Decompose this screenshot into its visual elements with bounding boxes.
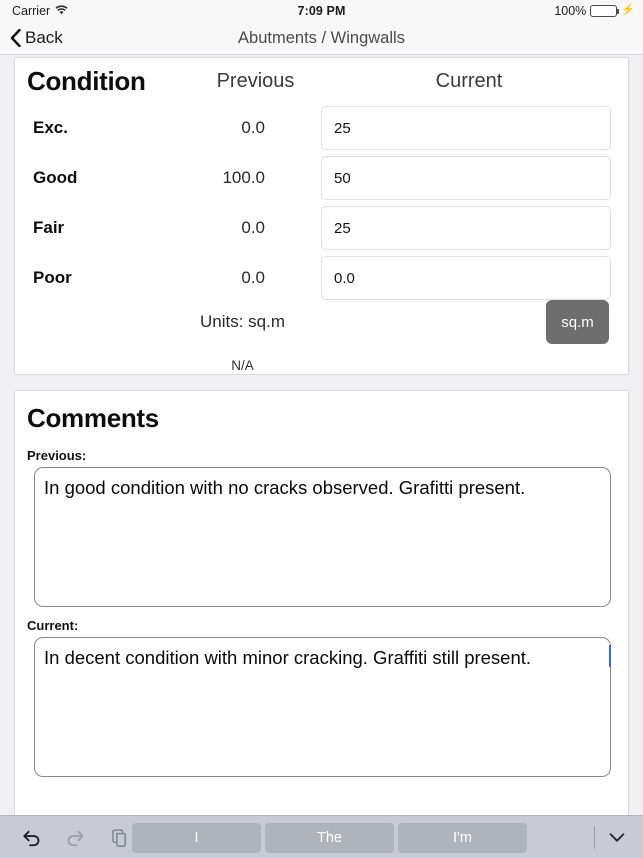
condition-input-poor[interactable] bbox=[321, 256, 611, 300]
chevron-down-icon[interactable] bbox=[603, 823, 631, 851]
condition-previous-poor: 0.0 bbox=[241, 268, 265, 287]
battery-percent-label: 100% bbox=[554, 3, 587, 18]
comments-card: Comments Previous: Current: Clear bbox=[14, 390, 629, 858]
condition-previous-fair: 0.0 bbox=[241, 218, 265, 237]
condition-card: Condition Previous Current Exc. 0.0 Good… bbox=[14, 57, 629, 375]
suggestion-bar: I The I'm bbox=[132, 823, 527, 853]
scroll-content: Condition Previous Current Exc. 0.0 Good… bbox=[0, 55, 643, 858]
navigation-bar: Back Abutments / Wingwalls bbox=[0, 21, 643, 55]
suggestion-0[interactable]: I bbox=[132, 823, 261, 853]
undo-icon[interactable] bbox=[16, 822, 46, 852]
paste-icon[interactable] bbox=[104, 822, 134, 852]
keyboard-accessory-toolbar: I The I'm bbox=[0, 815, 643, 858]
total-value: N/A bbox=[231, 358, 254, 373]
toolbar-divider bbox=[594, 826, 595, 849]
condition-label-good: Good bbox=[33, 168, 78, 187]
condition-label-fair: Fair bbox=[33, 218, 65, 237]
comments-card-title: Comments bbox=[27, 403, 159, 433]
suggestion-1[interactable]: The bbox=[265, 823, 394, 853]
suggestion-2[interactable]: I'm bbox=[398, 823, 527, 853]
condition-input-exc[interactable] bbox=[321, 106, 611, 150]
column-header-current: Current bbox=[435, 70, 503, 92]
battery-full-icon bbox=[590, 4, 620, 17]
condition-row-good: Good 100.0 bbox=[15, 156, 630, 206]
column-header-previous: Previous bbox=[216, 70, 295, 92]
lightning-bolt-icon: ⚡ bbox=[621, 4, 635, 16]
status-bar-right: 100% ⚡ bbox=[554, 4, 635, 18]
units-row: Units: sq.m sq.m bbox=[15, 300, 630, 356]
condition-card-title: Condition bbox=[27, 66, 146, 96]
current-comment-textarea[interactable] bbox=[34, 637, 611, 777]
condition-input-fair[interactable] bbox=[321, 206, 611, 250]
condition-previous-exc: 0.0 bbox=[241, 118, 265, 137]
app-root: Carrier 7:09 PM 100% ⚡ Back Abutments / … bbox=[0, 0, 643, 858]
condition-label-exc: Exc. bbox=[33, 118, 68, 137]
condition-row-fair: Fair 0.0 bbox=[15, 206, 630, 256]
condition-row-poor: Poor 0.0 bbox=[15, 256, 630, 306]
previous-comment-textarea[interactable] bbox=[34, 467, 611, 607]
status-bar-time: 7:09 PM bbox=[297, 3, 346, 18]
redo-icon[interactable] bbox=[60, 822, 90, 852]
condition-label-poor: Poor bbox=[33, 268, 72, 287]
units-label: Units: sq.m bbox=[199, 312, 286, 331]
status-bar: Carrier 7:09 PM 100% ⚡ bbox=[0, 0, 643, 21]
condition-row-exc: Exc. 0.0 bbox=[15, 106, 630, 156]
condition-previous-good: 100.0 bbox=[222, 168, 265, 187]
page-title: Abutments / Wingwalls bbox=[238, 29, 405, 47]
condition-input-good[interactable] bbox=[321, 156, 611, 200]
current-comment-label: Current: bbox=[27, 618, 79, 633]
text-caret bbox=[609, 645, 611, 667]
units-button[interactable]: sq.m bbox=[546, 300, 609, 344]
previous-comment-label: Previous: bbox=[27, 448, 87, 463]
